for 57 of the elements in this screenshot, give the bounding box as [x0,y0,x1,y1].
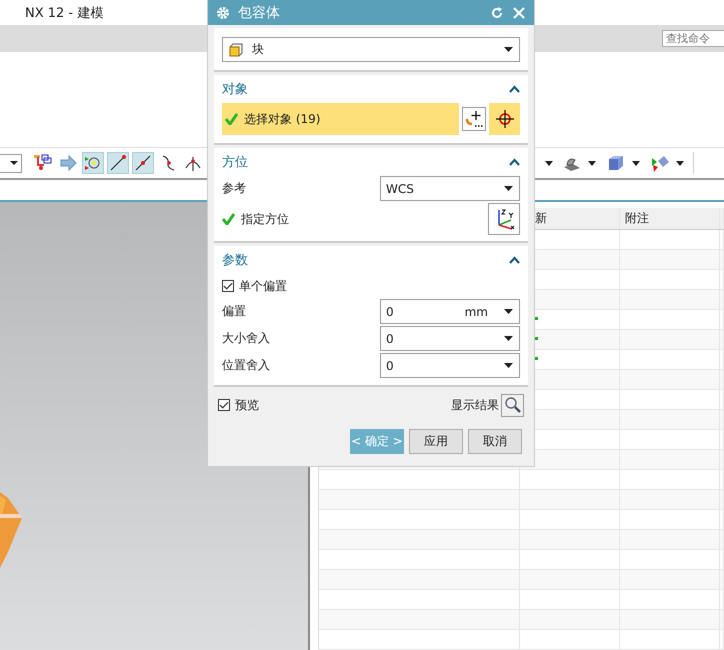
type-dropdown[interactable]: 块 [222,37,520,62]
caret-icon [504,336,513,341]
show-result-label: 显示结果 [451,396,499,414]
csys-button[interactable] [488,203,520,235]
checkmark-icon [223,282,233,290]
collapse-caret-icon[interactable] [509,256,520,264]
field-label: 大小舍入 [222,330,271,347]
dropdown-caret-icon[interactable] [545,160,553,166]
preview-checkbox[interactable] [218,399,230,411]
crosshair-button[interactable] [489,103,520,135]
dialog-title: 包容体 [238,4,281,22]
section-title[interactable]: 对象 [222,80,248,98]
caret-icon [504,47,513,52]
field-label: 偏置 [222,303,247,320]
caret-icon [504,363,513,368]
collapse-caret-icon[interactable] [509,85,520,93]
select-object-row[interactable]: 选择对象 (19) [222,103,459,135]
shapes-icon[interactable] [650,153,670,173]
block-icon [228,42,244,58]
single-offset-label: 单个偏置 [239,278,287,294]
cancel-button[interactable]: 取消 [468,429,522,454]
field-label: 位置舍入 [222,357,271,374]
checkmark-icon [219,400,229,410]
preview-label: 预览 [235,396,259,414]
dropdown-caret-icon[interactable] [676,160,684,166]
section-title[interactable]: 参数 [222,251,248,269]
value-field[interactable]: 0 mm [380,299,520,324]
reset-icon[interactable] [490,6,504,20]
collapse-caret-icon[interactable] [509,158,520,166]
line-end-icon[interactable] [107,152,129,174]
apply-button[interactable]: 应用 [409,429,463,454]
window-title: NX 12 - 建模 [25,4,104,22]
dropdown-caret-icon[interactable] [588,160,596,166]
specify-orientation-label: 指定方位 [241,210,290,228]
add-selection-button[interactable] [462,107,486,131]
select-object-label: 选择对象 (19) [244,110,320,128]
single-offset-checkbox[interactable] [222,280,234,292]
selection-filter-dropdown[interactable] [0,154,22,172]
cube-icon[interactable] [606,153,626,173]
plus-icon [464,109,484,129]
reference-dropdown[interactable]: WCS [380,176,520,201]
value-field[interactable]: 0 [380,326,520,351]
command-search-field[interactable]: 查找命令 [662,30,724,47]
line-mid-icon[interactable] [132,152,154,174]
search-icon [504,396,522,414]
caret-icon [9,160,19,166]
crosshair-icon [494,108,516,130]
search-button[interactable] [501,394,524,416]
section-title[interactable]: 方位 [222,153,248,171]
caret-icon [504,186,513,191]
close-icon[interactable] [512,6,526,20]
settings-icon [216,6,230,20]
reference-label: 参考 [222,180,247,197]
dropdown-caret-icon[interactable] [632,160,640,166]
value-field[interactable]: 0 [380,353,520,378]
snap-points-icon[interactable] [82,152,104,174]
column-header[interactable]: 附注 [620,208,720,229]
